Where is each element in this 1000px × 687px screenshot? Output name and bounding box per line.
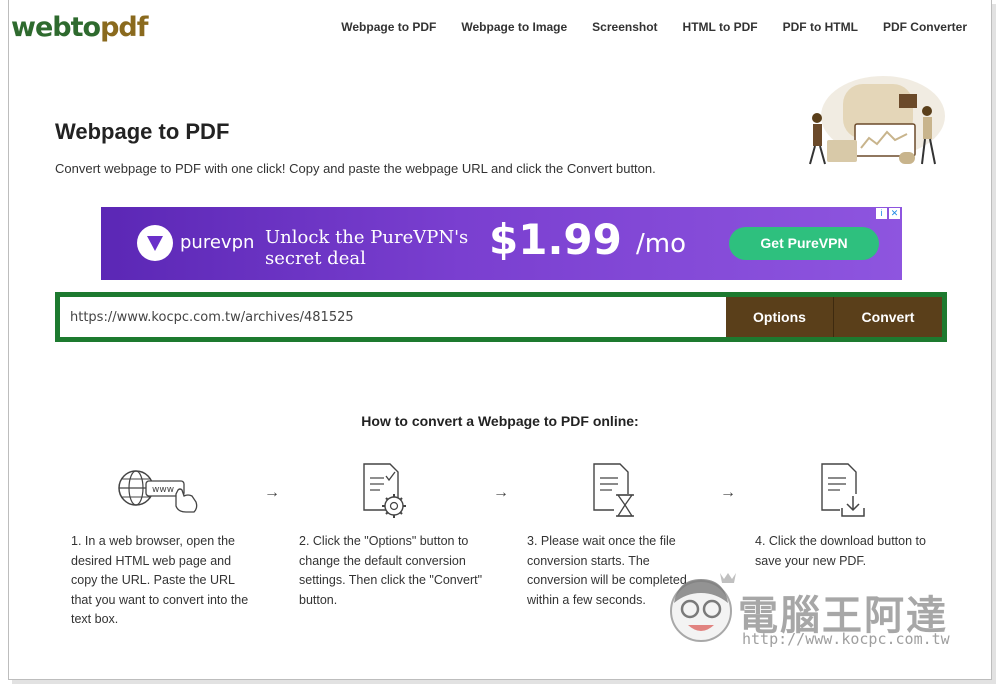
ad-cta-button[interactable]: Get PureVPN — [729, 227, 879, 260]
step-2-text: 2. Click the "Options" button to change … — [299, 534, 483, 607]
arrow-icon: → — [720, 484, 736, 501]
nav-webpage-to-pdf[interactable]: Webpage to PDF — [341, 20, 436, 34]
document-settings-icon — [363, 463, 406, 518]
convert-button[interactable]: Convert — [834, 297, 942, 337]
step-4-text: 4. Click the download button to save you… — [755, 534, 926, 568]
nav-screenshot[interactable]: Screenshot — [592, 20, 657, 34]
ad-choices[interactable]: i ✕ — [876, 208, 900, 219]
convert-form: Options Convert — [55, 292, 947, 342]
page-title: Webpage to PDF — [55, 119, 230, 144]
main-nav: Webpage to PDF Webpage to Image Screensh… — [316, 20, 967, 34]
ad-banner[interactable]: purevpn Unlock the PureVPN's secret deal… — [101, 207, 902, 280]
document-download-icon — [821, 463, 866, 518]
nav-html-to-pdf[interactable]: HTML to PDF — [683, 20, 758, 34]
ad-close-icon[interactable]: ✕ — [889, 208, 900, 219]
howto-title: How to convert a Webpage to PDF online: — [361, 413, 639, 429]
ad-price: $1.99 — [489, 215, 622, 264]
arrow-icon: → — [493, 484, 509, 501]
site-logo[interactable]: webtopdf — [11, 12, 148, 43]
ad-info-icon[interactable]: i — [876, 208, 887, 219]
svg-text:www: www — [152, 485, 174, 495]
nav-pdf-to-html[interactable]: PDF to HTML — [783, 20, 858, 34]
ad-brand: purevpn — [180, 232, 255, 253]
arrow-icon: → — [264, 484, 280, 501]
frame-shadow-right — [992, 4, 996, 682]
frame-shadow-bottom — [12, 680, 996, 684]
watermark-mascot-icon — [670, 573, 736, 642]
options-button[interactable]: Options — [726, 297, 834, 337]
nav-webpage-to-image[interactable]: Webpage to Image — [461, 20, 567, 34]
ad-period: /mo — [636, 229, 686, 259]
purevpn-logo-icon — [137, 225, 173, 261]
hero-illustration — [809, 76, 945, 165]
logo-part-web: web — [11, 12, 72, 43]
ad-headline: Unlock the PureVPN's secret deal — [265, 227, 469, 269]
browser-www-icon: www — [118, 470, 198, 513]
logo-part-to: to — [70, 12, 101, 43]
nav-pdf-converter[interactable]: PDF Converter — [883, 20, 967, 34]
page-subtitle: Convert webpage to PDF with one click! C… — [55, 161, 656, 176]
watermark-url: http://www.kocpc.com.tw — [742, 630, 950, 648]
url-input[interactable] — [60, 297, 726, 337]
document-hourglass-icon — [593, 463, 636, 517]
step-1-text: 1. In a web browser, open the desired HT… — [71, 534, 249, 627]
logo-part-pdf: pdf — [100, 12, 148, 43]
